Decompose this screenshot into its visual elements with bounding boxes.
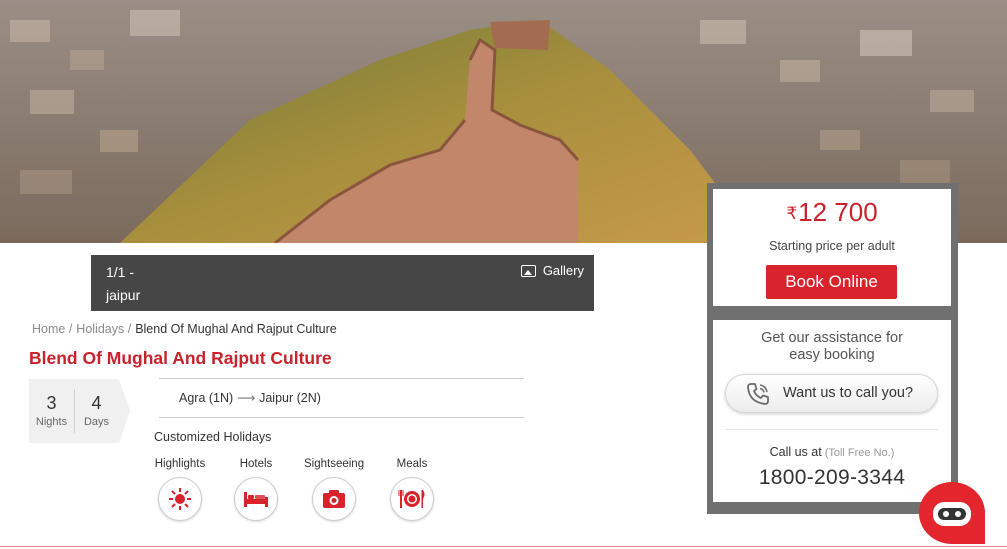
nights-label: Nights: [35, 416, 68, 428]
breadcrumb-home[interactable]: Home /: [32, 322, 72, 336]
image-caption-bar: 1/1 - jaipur Gallery: [91, 255, 594, 311]
request-call-label: Want us to call you?: [783, 385, 914, 401]
route-to: Jaipur (2N): [259, 390, 321, 405]
holiday-type: Customized Holidays: [154, 430, 272, 444]
feature-sightseeing[interactable]: Sightseeing: [304, 458, 364, 521]
price-card: ₹12 700 Starting price per adult Book On…: [713, 189, 951, 306]
assistance-card: Get our assistance for easy booking Want…: [713, 320, 951, 502]
image-counter: 1/1 -: [106, 264, 135, 280]
nights-value: 3: [46, 393, 57, 413]
days-label: Days: [83, 416, 110, 428]
gallery-label: Gallery: [542, 263, 584, 278]
route-from: Agra (1N): [179, 390, 234, 405]
nights-cell: 3 Nights: [29, 393, 74, 428]
duration-arrow: [119, 379, 130, 443]
price-value: 12 700: [798, 197, 878, 227]
toll-free-note: (Toll Free No.): [824, 447, 895, 459]
route-arrow-icon: ⟶: [237, 391, 256, 405]
assistance-divider: [725, 429, 938, 430]
bottom-divider: [0, 546, 1007, 547]
assistance-title-line2: easy booking: [789, 347, 875, 363]
assistance-title: Get our assistance for easy booking: [713, 330, 951, 364]
assistance-title-line1: Get our assistance for: [761, 330, 903, 346]
phone-number[interactable]: 1800-209-3344: [713, 466, 951, 490]
route-top-divider: [159, 378, 524, 379]
image-icon: [520, 264, 536, 277]
meals-icon: [390, 477, 434, 521]
gallery-button[interactable]: Gallery: [520, 263, 584, 278]
feature-label: Sightseeing: [304, 458, 365, 470]
robot-icon: [933, 502, 971, 526]
rupee-icon: ₹: [786, 204, 798, 223]
feature-label: Hotels: [239, 458, 273, 470]
breadcrumb: Home / Holidays / Blend Of Mughal And Ra…: [32, 322, 337, 336]
phone-icon: [746, 382, 770, 421]
duration-badge: 3 Nights 4 Days: [29, 379, 130, 443]
book-online-button[interactable]: Book Online: [766, 265, 897, 299]
camera-icon: [312, 477, 356, 521]
call-us-label: Call us at (Toll Free No.): [713, 445, 951, 459]
feature-label: Highlights: [154, 458, 206, 470]
image-location: jaipur: [106, 287, 141, 303]
chatbot-button[interactable]: [919, 482, 985, 544]
feature-highlights[interactable]: Highlights: [150, 458, 210, 521]
price-amount: ₹12 700: [713, 197, 951, 228]
request-call-button[interactable]: Want us to call you?: [725, 374, 938, 413]
days-value: 4: [91, 393, 102, 413]
itinerary-route: Agra (1N) ⟶ Jaipur (2N): [179, 390, 321, 406]
feature-label: Meals: [396, 458, 428, 470]
route-bottom-divider: [159, 417, 524, 418]
breadcrumb-current: Blend Of Mughal And Rajput Culture: [135, 322, 337, 336]
call-us-text: Call us at: [769, 445, 822, 459]
feature-hotels[interactable]: Hotels: [226, 458, 286, 521]
breadcrumb-holidays[interactable]: Holidays /: [76, 322, 131, 336]
sun-icon: [158, 477, 202, 521]
robot-eyes: [938, 508, 966, 520]
feature-meals[interactable]: Meals: [382, 458, 442, 521]
page-title: Blend Of Mughal And Rajput Culture: [29, 348, 332, 368]
days-cell: 4 Days: [74, 393, 119, 428]
bed-icon: [234, 477, 278, 521]
price-note: Starting price per adult: [769, 239, 895, 253]
